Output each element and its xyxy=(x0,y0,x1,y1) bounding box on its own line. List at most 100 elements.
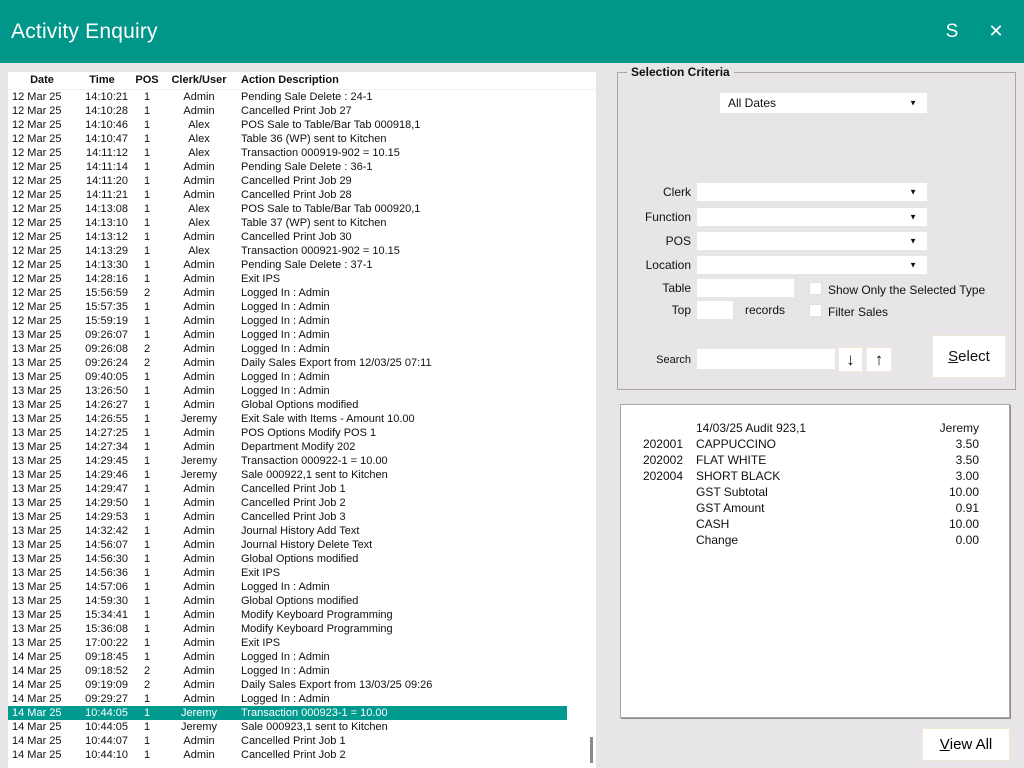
table-row[interactable]: 13 Mar 2514:57:061AdminLogged In : Admin xyxy=(8,580,596,594)
receipt-line: GST Subtotal10.00 xyxy=(621,484,1009,500)
table-row[interactable]: 14 Mar 2510:44:051JeremySale 000923,1 se… xyxy=(8,720,596,734)
table-row[interactable]: 12 Mar 2514:11:121AlexTransaction 000919… xyxy=(8,146,596,160)
table-row[interactable]: 13 Mar 2514:27:341AdminDepartment Modify… xyxy=(8,440,596,454)
top-records-input[interactable] xyxy=(697,301,733,319)
cell-pos: 2 xyxy=(128,356,166,370)
table-row[interactable]: 12 Mar 2514:28:161AdminExit IPS xyxy=(8,272,596,286)
cell-date: 13 Mar 25 xyxy=(8,328,76,342)
cell-pos: 1 xyxy=(128,454,166,468)
cell-date: 13 Mar 25 xyxy=(8,426,76,440)
view-all-button[interactable]: View All xyxy=(922,728,1010,761)
table-row[interactable]: 14 Mar 2510:44:051JeremyTransaction 0009… xyxy=(8,706,567,720)
search-down-button[interactable]: ↓ xyxy=(838,347,863,372)
cell-clerk: Alex xyxy=(166,202,232,216)
clerk-dropdown[interactable]: ▼ xyxy=(697,183,927,201)
cell-clerk: Admin xyxy=(166,398,232,412)
table-row[interactable]: 12 Mar 2515:59:191AdminLogged In : Admin xyxy=(8,314,596,328)
cell-date: 12 Mar 25 xyxy=(8,300,76,314)
pos-dropdown[interactable]: ▼ xyxy=(697,232,927,250)
table-row[interactable]: 12 Mar 2514:13:081AlexPOS Sale to Table/… xyxy=(8,202,596,216)
table-row[interactable]: 12 Mar 2514:13:301AdminPending Sale Dele… xyxy=(8,258,596,272)
cell-action: POS Sale to Table/Bar Tab 000920,1 xyxy=(232,202,596,216)
group-title: Selection Criteria xyxy=(627,65,734,79)
table-row[interactable]: 13 Mar 2514:29:471AdminCancelled Print J… xyxy=(8,482,596,496)
cell-date: 13 Mar 25 xyxy=(8,412,76,426)
table-row[interactable]: 13 Mar 2509:26:082AdminLogged In : Admin xyxy=(8,342,596,356)
select-button[interactable]: Select xyxy=(932,335,1006,378)
table-row[interactable]: 12 Mar 2514:10:211AdminPending Sale Dele… xyxy=(8,90,596,104)
cell-time: 14:57:06 xyxy=(76,580,128,594)
table-row[interactable]: 12 Mar 2514:10:471AlexTable 36 (WP) sent… xyxy=(8,132,596,146)
table-row[interactable]: 12 Mar 2514:10:281AdminCancelled Print J… xyxy=(8,104,596,118)
function-dropdown[interactable]: ▼ xyxy=(697,208,927,226)
table-row[interactable]: 12 Mar 2514:11:141AdminPending Sale Dele… xyxy=(8,160,596,174)
location-dropdown[interactable]: ▼ xyxy=(697,256,927,274)
table-row[interactable]: 13 Mar 2514:29:531AdminCancelled Print J… xyxy=(8,510,596,524)
table-row[interactable]: 12 Mar 2514:13:291AlexTransaction 000921… xyxy=(8,244,596,258)
table-row[interactable]: 14 Mar 2509:29:271AdminLogged In : Admin xyxy=(8,692,596,706)
log-rows: 12 Mar 2514:10:211AdminPending Sale Dele… xyxy=(8,90,596,762)
table-row[interactable]: 13 Mar 2514:26:271AdminGlobal Options mo… xyxy=(8,398,596,412)
cell-time: 09:19:09 xyxy=(76,678,128,692)
search-up-button[interactable]: ↑ xyxy=(866,347,892,372)
table-row[interactable]: 14 Mar 2509:18:522AdminLogged In : Admin xyxy=(8,664,596,678)
table-row[interactable]: 13 Mar 2509:26:071AdminLogged In : Admin xyxy=(8,328,596,342)
table-row[interactable]: 13 Mar 2514:59:301AdminGlobal Options mo… xyxy=(8,594,596,608)
cell-pos: 1 xyxy=(128,426,166,440)
cell-time: 14:27:34 xyxy=(76,440,128,454)
table-row[interactable]: 12 Mar 2514:11:211AdminCancelled Print J… xyxy=(8,188,596,202)
location-label: Location xyxy=(618,258,691,272)
table-row[interactable]: 13 Mar 2509:26:242AdminDaily Sales Expor… xyxy=(8,356,596,370)
table-row[interactable]: 13 Mar 2513:26:501AdminLogged In : Admin xyxy=(8,384,596,398)
table-row[interactable]: 12 Mar 2514:10:461AlexPOS Sale to Table/… xyxy=(8,118,596,132)
cell-clerk: Alex xyxy=(166,118,232,132)
table-row[interactable]: 13 Mar 2514:29:461JeremySale 000922,1 se… xyxy=(8,468,596,482)
table-row[interactable]: 12 Mar 2514:13:121AdminCancelled Print J… xyxy=(8,230,596,244)
table-row[interactable]: 14 Mar 2510:44:071AdminCancelled Print J… xyxy=(8,734,596,748)
table-row[interactable]: 12 Mar 2515:56:592AdminLogged In : Admin xyxy=(8,286,596,300)
table-row[interactable]: 13 Mar 2514:32:421AdminJournal History A… xyxy=(8,524,596,538)
cell-action: Transaction 000922-1 = 10.00 xyxy=(232,454,596,468)
cell-time: 14:56:30 xyxy=(76,552,128,566)
date-range-dropdown[interactable]: All Dates ▼ xyxy=(720,93,927,113)
pos-label: POS xyxy=(618,234,691,248)
cell-date: 12 Mar 25 xyxy=(8,244,76,258)
arrow-down-icon: ↓ xyxy=(846,350,855,370)
table-label: Table xyxy=(618,281,691,295)
cell-action: Logged In : Admin xyxy=(232,580,596,594)
filter-sales-checkbox[interactable] xyxy=(809,304,822,317)
close-icon[interactable]: ✕ xyxy=(974,0,1018,63)
table-row[interactable]: 12 Mar 2514:13:101AlexTable 37 (WP) sent… xyxy=(8,216,596,230)
table-row[interactable]: 13 Mar 2514:56:361AdminExit IPS xyxy=(8,566,596,580)
receipt-audit-title: 14/03/25 Audit 923,1 xyxy=(683,420,899,436)
settings-button[interactable]: S xyxy=(930,0,974,63)
activity-log-list[interactable]: Date Time POS Clerk/User Action Descript… xyxy=(8,72,596,768)
table-row[interactable]: 13 Mar 2514:56:071AdminJournal History D… xyxy=(8,538,596,552)
cell-date: 12 Mar 25 xyxy=(8,90,76,104)
table-row[interactable]: 14 Mar 2509:18:451AdminLogged In : Admin xyxy=(8,650,596,664)
cell-action: Logged In : Admin xyxy=(232,384,596,398)
table-row[interactable]: 13 Mar 2514:29:501AdminCancelled Print J… xyxy=(8,496,596,510)
search-input[interactable] xyxy=(697,349,835,369)
table-row[interactable]: 13 Mar 2514:56:301AdminGlobal Options mo… xyxy=(8,552,596,566)
table-row[interactable]: 13 Mar 2515:34:411AdminModify Keyboard P… xyxy=(8,608,596,622)
table-row[interactable]: 13 Mar 2514:26:551JeremyExit Sale with I… xyxy=(8,412,596,426)
cell-action: Logged In : Admin xyxy=(232,370,596,384)
table-row[interactable]: 13 Mar 2514:29:451JeremyTransaction 0009… xyxy=(8,454,596,468)
table-row[interactable]: 13 Mar 2515:36:081AdminModify Keyboard P… xyxy=(8,622,596,636)
cell-time: 10:44:05 xyxy=(76,720,128,734)
table-row[interactable]: 14 Mar 2510:44:101AdminCancelled Print J… xyxy=(8,748,596,762)
vertical-scrollbar-thumb[interactable] xyxy=(590,737,593,763)
table-row[interactable]: 13 Mar 2517:00:221AdminExit IPS xyxy=(8,636,596,650)
cell-pos: 1 xyxy=(128,412,166,426)
cell-clerk: Admin xyxy=(166,370,232,384)
cell-clerk: Admin xyxy=(166,692,232,706)
table-row[interactable]: 12 Mar 2515:57:351AdminLogged In : Admin xyxy=(8,300,596,314)
show-only-selected-type-checkbox[interactable] xyxy=(809,282,822,295)
table-input[interactable] xyxy=(697,279,794,297)
table-row[interactable]: 12 Mar 2514:11:201AdminCancelled Print J… xyxy=(8,174,596,188)
table-row[interactable]: 13 Mar 2514:27:251AdminPOS Options Modif… xyxy=(8,426,596,440)
cell-clerk: Admin xyxy=(166,356,232,370)
table-row[interactable]: 14 Mar 2509:19:092AdminDaily Sales Expor… xyxy=(8,678,596,692)
table-row[interactable]: 13 Mar 2509:40:051AdminLogged In : Admin xyxy=(8,370,596,384)
